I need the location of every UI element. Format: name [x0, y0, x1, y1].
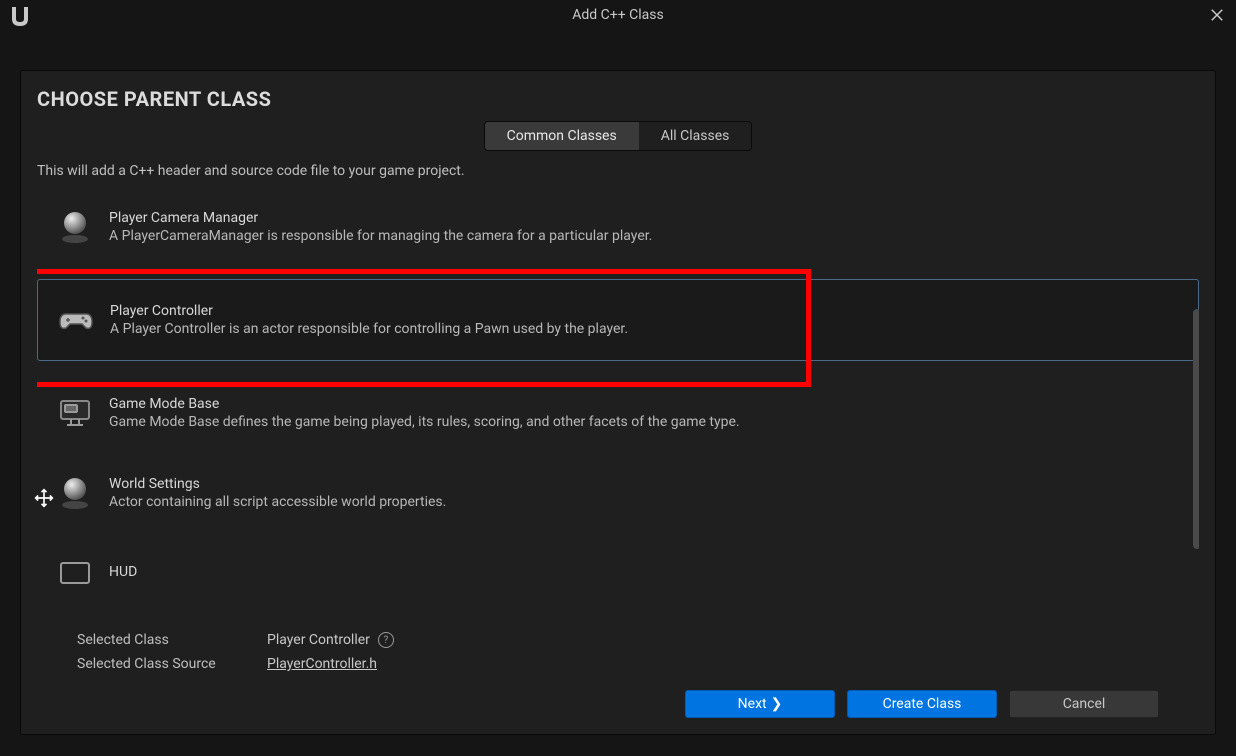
class-text: HUD [109, 564, 137, 582]
footer-row-source: Selected Class Source PlayerController.h [77, 656, 1159, 672]
footer-row-class: Selected Class Player Controller ? [77, 632, 1159, 648]
sphere-icon [57, 475, 93, 511]
class-list: Player Camera Manager A PlayerCameraMana… [37, 199, 1199, 610]
scrollbar[interactable] [1193, 309, 1199, 610]
class-title: World Settings [109, 476, 446, 492]
gamepad-icon [58, 302, 94, 338]
scrollbar-thumb[interactable] [1193, 309, 1199, 549]
section-heading: CHOOSE PARENT CLASS [37, 87, 1199, 111]
selected-source-label: Selected Class Source [77, 656, 267, 672]
tab-row: Common Classes All Classes [37, 121, 1199, 151]
class-list-inner: Player Camera Manager A PlayerCameraMana… [37, 199, 1199, 610]
next-button[interactable]: Next❯ [685, 690, 835, 718]
next-button-label: Next [738, 696, 767, 712]
main-panel: CHOOSE PARENT CLASS Common Classes All C… [20, 70, 1216, 735]
hud-icon [57, 555, 93, 591]
cancel-button[interactable]: Cancel [1009, 690, 1159, 718]
class-title: Player Controller [110, 303, 628, 319]
tab-common-classes[interactable]: Common Classes [485, 122, 639, 150]
selected-class-value-text: Player Controller [267, 632, 370, 648]
selected-source-value[interactable]: PlayerController.h [267, 656, 377, 672]
class-item-hud[interactable]: HUD [37, 545, 1199, 601]
class-text: Game Mode Base Game Mode Base defines th… [109, 396, 740, 430]
class-item-player-controller[interactable]: Player Controller A Player Controller is… [37, 279, 1199, 361]
chevron-right-icon: ❯ [771, 696, 783, 712]
class-desc: Actor containing all script accessible w… [109, 494, 446, 510]
class-text: World Settings Actor containing all scri… [109, 476, 446, 510]
create-class-button[interactable]: Create Class [847, 690, 997, 718]
class-item-game-mode-base[interactable]: Game Mode Base Game Mode Base defines th… [37, 385, 1199, 441]
class-item-player-camera-manager[interactable]: Player Camera Manager A PlayerCameraMana… [37, 199, 1199, 255]
class-desc: A PlayerCameraManager is responsible for… [109, 228, 652, 244]
button-row: Next❯ Create Class Cancel [77, 690, 1159, 718]
footer: Selected Class Player Controller ? Selec… [37, 622, 1199, 718]
description-text: This will add a C++ header and source co… [37, 163, 1199, 179]
class-desc: A Player Controller is an actor responsi… [110, 321, 628, 337]
class-desc: Game Mode Base defines the game being pl… [109, 414, 740, 430]
unreal-logo-icon [8, 4, 32, 28]
close-button[interactable] [1208, 6, 1226, 24]
tab-container: Common Classes All Classes [484, 121, 753, 151]
move-cursor-icon [34, 488, 54, 508]
window-title: Add C++ Class [572, 7, 663, 23]
class-title: HUD [109, 564, 137, 580]
sphere-icon [57, 209, 93, 245]
class-text: Player Camera Manager A PlayerCameraMana… [109, 210, 652, 244]
selected-source-link[interactable]: PlayerController.h [267, 656, 377, 672]
help-icon[interactable]: ? [378, 632, 394, 648]
class-text: Player Controller A Player Controller is… [110, 303, 628, 337]
monitor-icon [57, 395, 93, 431]
class-item-world-settings[interactable]: World Settings Actor containing all scri… [37, 465, 1199, 521]
titlebar: Add C++ Class [0, 0, 1236, 30]
class-title: Game Mode Base [109, 396, 740, 412]
selected-class-label: Selected Class [77, 632, 267, 648]
class-title: Player Camera Manager [109, 210, 652, 226]
selected-class-value: Player Controller ? [267, 632, 394, 648]
tab-all-classes[interactable]: All Classes [639, 122, 752, 150]
